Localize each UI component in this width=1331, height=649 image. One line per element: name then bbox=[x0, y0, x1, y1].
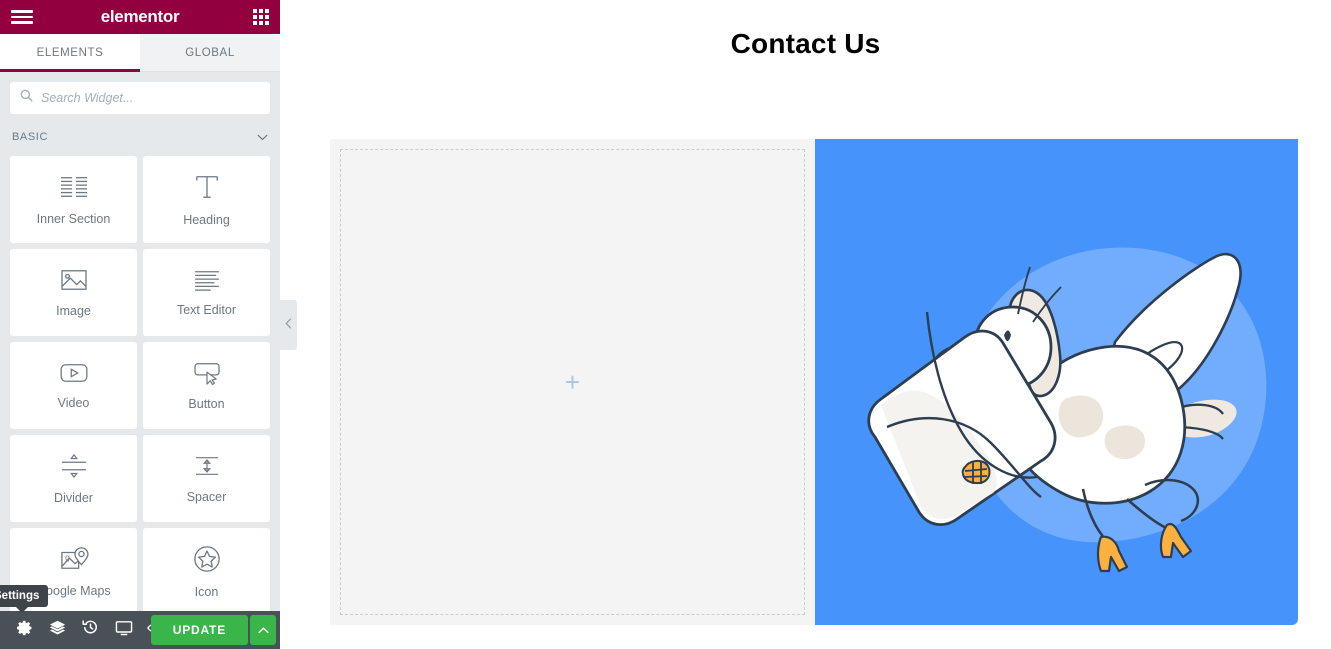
text-editor-icon bbox=[192, 269, 222, 291]
panel-header: elementor bbox=[0, 0, 280, 34]
search-input[interactable] bbox=[41, 91, 260, 105]
search-container bbox=[0, 72, 280, 124]
widget-label: Video bbox=[57, 395, 90, 410]
right-column[interactable] bbox=[815, 139, 1298, 625]
image-icon bbox=[60, 268, 88, 292]
panel-tabs: ELEMENTS GLOBAL bbox=[0, 34, 280, 72]
empty-dropzone[interactable]: + bbox=[340, 149, 805, 615]
widget-label: Button bbox=[188, 396, 225, 411]
widget-label: Text Editor bbox=[176, 302, 237, 317]
gear-icon bbox=[16, 620, 33, 641]
star-icon bbox=[193, 545, 221, 573]
layers-icon bbox=[49, 619, 66, 641]
category-basic-header[interactable]: BASIC bbox=[0, 124, 280, 156]
hamburger-icon[interactable] bbox=[11, 9, 33, 25]
widget-button[interactable]: Button bbox=[143, 342, 270, 429]
widget-list: Inner Section Heading Image Text Editor … bbox=[0, 156, 280, 611]
inner-section-icon bbox=[59, 174, 89, 200]
elementor-editor: elementor ELEMENTS GLOBAL BASIC bbox=[0, 0, 1331, 649]
flying-goose-illustration bbox=[815, 139, 1298, 625]
elementor-logo: elementor bbox=[100, 7, 180, 26]
left-column[interactable]: + bbox=[330, 139, 815, 625]
button-icon bbox=[192, 361, 222, 385]
history-button[interactable] bbox=[74, 611, 107, 649]
widget-label: Image bbox=[56, 303, 91, 318]
search-icon bbox=[20, 89, 33, 107]
chevron-down-icon bbox=[257, 128, 268, 146]
widget-label: Icon bbox=[194, 584, 219, 599]
widget-divider[interactable]: Divider bbox=[10, 435, 137, 522]
heading-icon bbox=[192, 173, 222, 201]
widget-label: Divider bbox=[54, 490, 93, 505]
settings-tooltip: Settings bbox=[0, 585, 49, 613]
update-button[interactable]: UPDATE bbox=[150, 615, 248, 645]
widget-spacer[interactable]: Spacer bbox=[143, 435, 270, 522]
widget-icon[interactable]: Icon bbox=[143, 528, 270, 611]
widget-label: Inner Section bbox=[36, 211, 111, 226]
desktop-icon bbox=[115, 620, 133, 641]
google-maps-icon: g bbox=[59, 546, 89, 572]
update-group: UPDATE bbox=[150, 615, 280, 645]
svg-text:g: g bbox=[65, 551, 70, 561]
tab-elements[interactable]: ELEMENTS bbox=[0, 34, 140, 72]
spacer-icon bbox=[192, 454, 222, 478]
search-box[interactable] bbox=[10, 82, 270, 114]
content-section: + bbox=[330, 139, 1298, 625]
grid-icon[interactable] bbox=[253, 9, 269, 25]
divider-icon bbox=[59, 453, 89, 479]
plus-icon[interactable]: + bbox=[565, 369, 580, 395]
panel-collapse-handle[interactable] bbox=[280, 300, 297, 350]
history-icon bbox=[82, 619, 99, 641]
category-title: BASIC bbox=[12, 131, 49, 143]
settings-button[interactable] bbox=[8, 611, 41, 649]
responsive-mode-button[interactable] bbox=[107, 611, 140, 649]
update-options-button[interactable] bbox=[250, 615, 276, 645]
widget-text-editor[interactable]: Text Editor bbox=[143, 249, 270, 336]
tab-global[interactable]: GLOBAL bbox=[140, 34, 280, 72]
chevron-left-icon bbox=[285, 316, 292, 334]
widget-video[interactable]: Video bbox=[10, 342, 137, 429]
page-title: Contact Us bbox=[730, 28, 881, 59]
caret-up-icon bbox=[257, 621, 269, 639]
navigator-button[interactable] bbox=[41, 611, 74, 649]
editor-panel: elementor ELEMENTS GLOBAL BASIC bbox=[0, 0, 280, 649]
widget-image[interactable]: Image bbox=[10, 249, 137, 336]
page-canvas: Contact Us + bbox=[280, 0, 1331, 649]
panel-footer: Settings bbox=[0, 585, 280, 649]
widget-inner-section[interactable]: Inner Section bbox=[10, 156, 137, 243]
widget-label: Heading bbox=[183, 212, 230, 227]
widget-heading[interactable]: Heading bbox=[143, 156, 270, 243]
video-icon bbox=[59, 362, 89, 384]
widget-label: Spacer bbox=[186, 489, 227, 504]
